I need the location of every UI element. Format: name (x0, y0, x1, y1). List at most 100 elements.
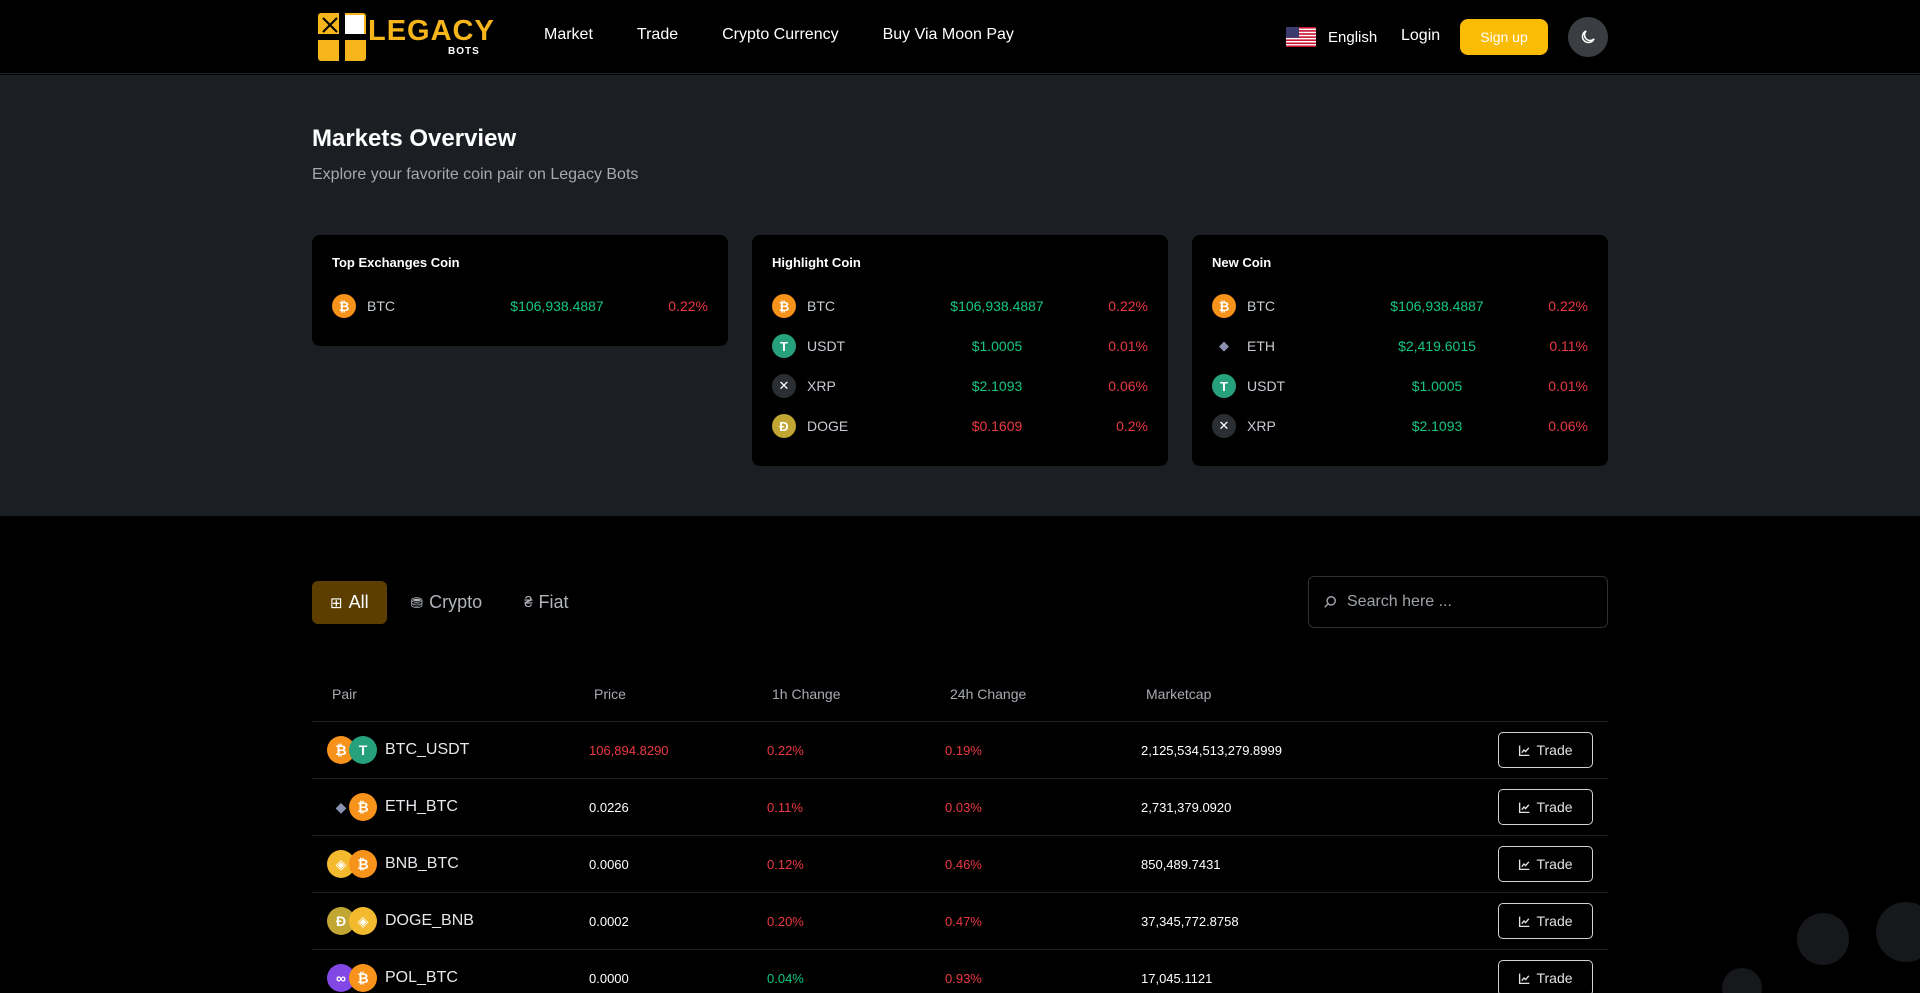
search-input[interactable] (1347, 593, 1587, 611)
search-box[interactable] (1308, 576, 1608, 628)
bitcoin-icon: ₿ (772, 294, 796, 318)
pair-cell: ◆ ₿ ETH_BTC (312, 793, 589, 821)
markets-overview-section: Markets Overview Explore your favorite c… (0, 75, 1920, 516)
nav-market[interactable]: Market (544, 26, 593, 44)
tether-icon: T (349, 736, 377, 764)
tab-crypto[interactable]: ⛃ Crypto (393, 581, 501, 624)
trade-button[interactable]: Trade (1498, 789, 1593, 825)
legacy-bots-logo[interactable]: LEGACY BOTS (318, 13, 495, 61)
header-pair: Pair (332, 685, 357, 702)
marketcap-cell: 850,489.7431 (1141, 856, 1221, 872)
change-1h-cell: 0.22% (767, 742, 804, 758)
coin-change: 0.11% (1549, 338, 1588, 354)
table-row[interactable]: Ð ◈ DOGE_BNB 0.0002 0.20% 0.47% 37,345,772.875… (312, 893, 1608, 950)
table-row[interactable]: ₿ T BTC_USDT 106,894.8290 0.22% 0.19% 2,125,53… (312, 722, 1608, 779)
login-link[interactable]: Login (1401, 27, 1440, 45)
logo-mark-icon (318, 13, 366, 61)
coin-row[interactable]: ✕ XRP $2.1093 0.06% (772, 366, 1148, 406)
decorative-circle (1797, 913, 1849, 965)
tab-all[interactable]: ⊞ All (312, 581, 387, 624)
card-title: New Coin (1212, 255, 1272, 270)
logo-word: LEGACY (368, 15, 495, 47)
coin-price: $1.0005 (971, 338, 1023, 354)
coin-change: 0.22% (668, 298, 708, 314)
trade-label: Trade (1536, 799, 1573, 815)
us-flag-icon (1286, 27, 1316, 47)
change-1h-cell: 0.04% (767, 970, 804, 986)
trade-label: Trade (1536, 913, 1573, 929)
coin-price: $106,938.4887 (950, 298, 1044, 314)
bitcoin-icon: ₿ (1212, 294, 1236, 318)
pair-cell: Ð ◈ DOGE_BNB (312, 907, 589, 935)
table-row[interactable]: ◈ ₿ BNB_BTC 0.0060 0.12% 0.46% 850,489.7431 Tra… (312, 836, 1608, 893)
coin-change: 0.22% (1108, 298, 1148, 314)
header-marketcap: Marketcap (1146, 685, 1212, 702)
coin-symbol: DOGE (807, 418, 849, 434)
grid-icon: ⊞ (330, 594, 343, 612)
tab-label: Fiat (538, 592, 569, 612)
pair-name: ETH_BTC (385, 798, 458, 815)
currency-icon: ₴ (524, 594, 533, 611)
pair-name: POL_BTC (385, 969, 458, 986)
chart-line-icon (1519, 973, 1530, 984)
nav-crypto-currency[interactable]: Crypto Currency (722, 26, 838, 44)
coin-row[interactable]: ◆ ETH $2,419.6015 0.11% (1212, 326, 1588, 366)
main-nav: Market Trade Crypto Currency Buy Via Moo… (544, 26, 1058, 44)
coin-price: $106,938.4887 (510, 298, 604, 314)
signup-button[interactable]: Sign up (1460, 19, 1548, 55)
coin-symbol: ETH (1247, 338, 1275, 354)
bitcoin-icon: ₿ (349, 850, 377, 878)
nav-trade[interactable]: Trade (637, 26, 678, 44)
pair-cell: ₿ T BTC_USDT (312, 736, 589, 764)
nav-buy-via-moon-pay[interactable]: Buy Via Moon Pay (883, 26, 1014, 44)
coin-price: $2.1093 (971, 378, 1023, 394)
change-24h-cell: 0.46% (945, 856, 982, 872)
price-cell: 0.0226 (589, 799, 629, 815)
marketcap-cell: 2,731,379.0920 (1141, 799, 1232, 815)
coin-price: $2.1093 (1411, 418, 1463, 434)
trade-button[interactable]: Trade (1498, 903, 1593, 939)
marketcap-cell: 37,345,772.8758 (1141, 913, 1239, 929)
coin-row[interactable]: ₿ BTC $106,938.4887 0.22% (332, 286, 708, 326)
theme-toggle-button[interactable] (1568, 17, 1608, 57)
tab-label: Crypto (429, 592, 483, 612)
decorative-circle (1722, 968, 1762, 993)
tab-label: All (348, 592, 369, 612)
coin-row[interactable]: ₿ BTC $106,938.4887 0.22% (772, 286, 1148, 326)
coin-price: $0.1609 (971, 418, 1023, 434)
price-cell: 0.0000 (589, 970, 629, 986)
decorative-circle (1876, 902, 1920, 962)
trade-button[interactable]: Trade (1498, 732, 1593, 768)
coin-row[interactable]: Ð DOGE $0.1609 0.2% (772, 406, 1148, 446)
market-filter-tabs: ⊞ All ⛃ Crypto ₴ Fiat (312, 581, 587, 624)
table-row[interactable]: ∞ ₿ POL_BTC 0.0000 0.04% 0.93% 17,045.1121 Trad… (312, 950, 1608, 993)
coin-row[interactable]: T USDT $1.0005 0.01% (772, 326, 1148, 366)
trade-button[interactable]: Trade (1498, 960, 1593, 993)
markets-table: Pair Price 1h Change 24h Change Marketca… (312, 666, 1608, 993)
tab-fiat[interactable]: ₴ Fiat (506, 581, 586, 624)
coin-change: 0.06% (1548, 418, 1588, 434)
bitcoin-icon: ₿ (349, 964, 377, 992)
chart-line-icon (1519, 916, 1530, 927)
table-row[interactable]: ◆ ₿ ETH_BTC 0.0226 0.11% 0.03% 2,731,379.0920 T… (312, 779, 1608, 836)
doge-icon: Ð (772, 414, 796, 438)
coin-row[interactable]: ₿ BTC $106,938.4887 0.22% (1212, 286, 1588, 326)
coin-row[interactable]: ✕ XRP $2.1093 0.06% (1212, 406, 1588, 446)
coin-symbol: BTC (1247, 298, 1275, 314)
chart-line-icon (1519, 859, 1530, 870)
coin-price: $1.0005 (1411, 378, 1463, 394)
coin-price: $106,938.4887 (1390, 298, 1484, 314)
chart-line-icon (1519, 745, 1530, 756)
trade-button[interactable]: Trade (1498, 846, 1593, 882)
coin-row[interactable]: T USDT $1.0005 0.01% (1212, 366, 1588, 406)
page-title: Markets Overview (312, 125, 517, 152)
pair-cell: ∞ ₿ POL_BTC (312, 964, 589, 992)
coin-change: 0.06% (1108, 378, 1148, 394)
change-24h-cell: 0.47% (945, 913, 982, 929)
language-label: English (1328, 28, 1378, 46)
language-selector[interactable]: English (1286, 27, 1377, 47)
coin-symbol: USDT (1247, 378, 1286, 394)
header-price: Price (594, 685, 626, 702)
pair-name: DOGE_BNB (385, 912, 474, 929)
bitcoin-icon: ₿ (349, 793, 377, 821)
